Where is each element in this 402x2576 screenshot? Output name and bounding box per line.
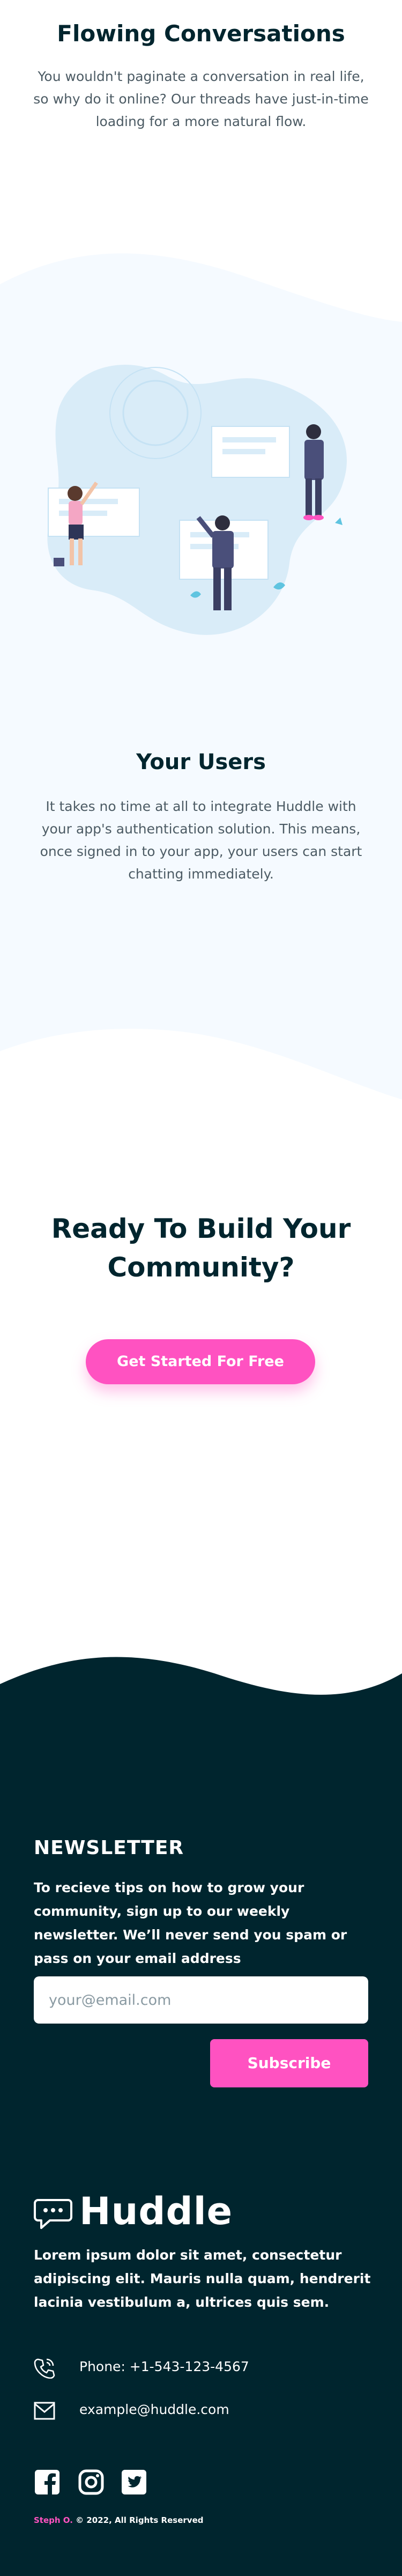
email-icon [34, 2402, 55, 2420]
chat-bubble-logo-icon [34, 2199, 72, 2229]
copyright-text: © 2022, All Rights Reserved [72, 2515, 204, 2525]
phone-icon [34, 2358, 55, 2379]
users-title: Your Users [136, 750, 266, 774]
phone-number: Phone: +1-543-123-4567 [79, 2359, 249, 2374]
copyright: Steph O. © 2022, All Rights Reserved [34, 2515, 203, 2525]
subscribe-button[interactable]: Subscribe [210, 2039, 368, 2087]
facebook-icon[interactable] [34, 2469, 61, 2496]
flowing-title: Flowing Conversations [57, 20, 345, 47]
footer-background [0, 1657, 402, 2576]
users-illustration [47, 365, 347, 635]
get-started-button[interactable]: Get Started For Free [86, 1339, 315, 1384]
email-address[interactable]: example@huddle.com [79, 2402, 229, 2417]
cta-title: Ready To Build Your Community? [51, 1213, 351, 1283]
instagram-icon[interactable] [78, 2469, 105, 2496]
flowing-description: You wouldn't paginate a conversation in … [33, 69, 369, 129]
huddle-logo-text: Huddle [79, 2189, 233, 2233]
newsletter-email-input[interactable] [34, 1976, 368, 2024]
newsletter-description: To recieve tips on how to grow your comm… [34, 1880, 347, 1966]
footer-description: Lorem ipsum dolor sit amet, consectetur … [34, 2247, 371, 2310]
users-description: It takes no time at all to integrate Hud… [40, 799, 362, 882]
copyright-author: Steph O. [34, 2515, 73, 2525]
twitter-icon[interactable] [121, 2469, 147, 2496]
newsletter-title: NEWSLETTER [34, 1837, 184, 1859]
